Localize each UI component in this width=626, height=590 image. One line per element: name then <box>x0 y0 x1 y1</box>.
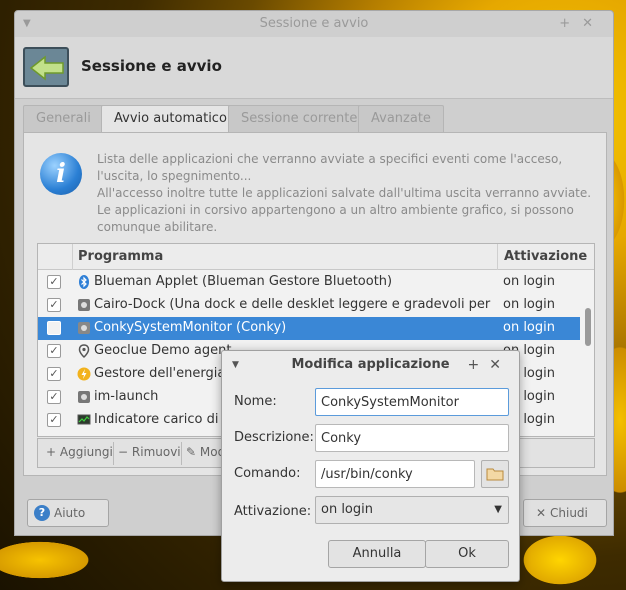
monitor-icon <box>77 413 91 427</box>
enable-checkbox[interactable]: ✓ <box>47 344 61 358</box>
tab-sessione-corrente[interactable]: Sessione corrente <box>228 105 371 133</box>
dialog-maximize-icon[interactable]: + <box>468 357 490 373</box>
session-startup-icon <box>23 47 69 87</box>
chevron-down-icon: ▼ <box>494 504 502 515</box>
description-label: Descrizione: <box>234 430 314 445</box>
cancel-button[interactable]: Annulla <box>328 540 426 568</box>
gear-icon <box>77 298 91 312</box>
dialog-title: Modifica applicazione <box>291 357 450 372</box>
close-button-label: Chiudi <box>550 506 588 520</box>
enable-checkbox[interactable]: ✓ <box>47 367 61 381</box>
window-header: Sessione e avvio <box>15 37 613 99</box>
maximize-icon[interactable]: + <box>559 16 582 31</box>
row-activation: on login <box>503 274 555 289</box>
description-input[interactable] <box>315 424 509 452</box>
enable-checkbox[interactable] <box>47 321 61 335</box>
activation-label: Attivazione: <box>234 504 312 519</box>
enable-checkbox[interactable]: ✓ <box>47 275 61 289</box>
list-scrollbar[interactable] <box>584 274 592 434</box>
scrollbar-thumb[interactable] <box>585 308 591 346</box>
add-button-label: Aggiungi <box>59 445 113 459</box>
command-input[interactable] <box>315 460 475 488</box>
minus-icon: − <box>118 445 129 459</box>
header-title: Sessione e avvio <box>81 57 222 75</box>
folder-icon <box>486 468 504 481</box>
window-titlebar[interactable]: ▼ Sessione e avvio +✕ <box>15 11 613 37</box>
activation-select[interactable]: on login ▼ <box>315 496 509 524</box>
power-icon <box>77 367 91 381</box>
info-icon: i <box>40 153 82 195</box>
enable-checkbox[interactable]: ✓ <box>47 413 61 427</box>
remove-button[interactable]: − Rimuovi <box>114 442 182 465</box>
table-row[interactable]: ✓ Cairo-Dock (Una dock e delle desklet l… <box>38 294 580 317</box>
enable-checkbox[interactable]: ✓ <box>47 390 61 404</box>
close-icon[interactable]: ✕ <box>582 16 605 31</box>
activation-value: on login <box>321 502 373 517</box>
gear-icon <box>77 321 91 335</box>
pencil-icon: ✎ <box>186 445 197 459</box>
browse-button[interactable] <box>481 460 509 488</box>
help-button[interactable]: ? Aiuto <box>27 499 109 527</box>
close-button[interactable]: ✕ Chiudi <box>523 499 607 527</box>
help-button-label: Aiuto <box>54 506 86 520</box>
help-icon: ? <box>34 505 50 521</box>
dialog-menu-icon[interactable]: ▼ <box>232 351 239 379</box>
row-name: ConkySystemMonitor (Conky) <box>94 320 287 335</box>
plus-icon: + <box>46 445 57 459</box>
close-x-icon: ✕ <box>536 506 547 520</box>
window-menu-icon[interactable]: ▼ <box>23 11 31 37</box>
column-header-program[interactable]: Programma <box>78 249 163 264</box>
add-button[interactable]: + Aggiungi <box>42 442 114 465</box>
table-row[interactable]: ✓ Blueman Applet (Blueman Gestore Blueto… <box>38 271 580 294</box>
name-label: Nome: <box>234 394 277 409</box>
name-input[interactable] <box>315 388 509 416</box>
location-pin-icon <box>77 344 91 359</box>
edit-application-dialog: ▼ Modifica applicazione +✕ Nome: Descriz… <box>221 350 520 582</box>
info-text: Lista delle applicazioni che verranno av… <box>97 151 597 236</box>
info-line-3: Le applicazioni in corsivo appartengono … <box>97 203 574 234</box>
list-header: Programma Attivazione <box>38 244 594 270</box>
row-activation: on login <box>503 297 555 312</box>
tab-generali[interactable]: Generali <box>23 105 104 133</box>
ok-button[interactable]: Ok <box>425 540 509 568</box>
dialog-titlebar[interactable]: ▼ Modifica applicazione +✕ <box>222 351 519 379</box>
tab-avanzate[interactable]: Avanzate <box>358 105 444 133</box>
info-line-2: All'accesso inoltre tutte le applicazion… <box>97 186 592 200</box>
info-line-1: Lista delle applicazioni che verranno av… <box>97 152 563 183</box>
row-name: Blueman Applet (Blueman Gestore Bluetoot… <box>94 274 393 289</box>
dialog-close-icon[interactable]: ✕ <box>489 357 511 373</box>
enable-checkbox[interactable]: ✓ <box>47 298 61 312</box>
table-row[interactable]: ConkySystemMonitor (Conky) on login <box>38 317 580 340</box>
tab-avvio-automatico[interactable]: Avvio automatico <box>101 105 240 135</box>
command-label: Comando: <box>234 466 301 481</box>
remove-button-label: Rimuovi <box>131 445 181 459</box>
row-name: Cairo-Dock (Una dock e delle desklet leg… <box>94 297 494 312</box>
row-activation: on login <box>503 320 555 335</box>
bluetooth-icon <box>77 275 91 289</box>
gear-icon <box>77 390 91 404</box>
window-title: Sessione e avvio <box>259 16 369 31</box>
column-header-activation[interactable]: Attivazione <box>504 249 587 264</box>
